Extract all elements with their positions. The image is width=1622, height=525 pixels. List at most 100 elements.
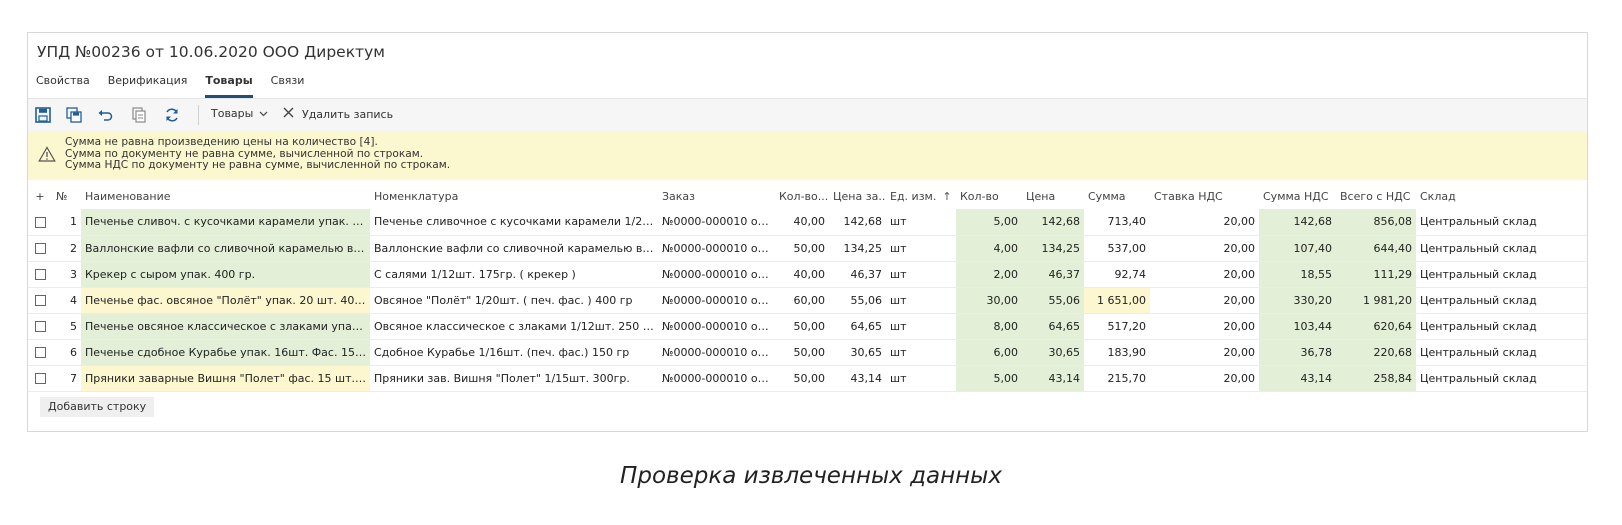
col-header-order-price[interactable]: Цена за... (829, 183, 886, 209)
cell-sum[interactable]: 92,74 (1084, 261, 1150, 288)
cell-vat-rate[interactable]: 20,00 (1150, 235, 1259, 262)
col-header-order[interactable]: Заказ (658, 183, 775, 209)
cell-qty[interactable]: 8,00 (956, 313, 1022, 340)
cell-order-qty[interactable]: 50,00 (775, 365, 829, 392)
cell-nomenclature[interactable]: С салями 1/12шт. 175гр. ( крекер ) (370, 261, 658, 288)
cell-price[interactable]: 43,14 (1022, 365, 1084, 392)
cell-price[interactable]: 134,25 (1022, 235, 1084, 262)
cell-name[interactable]: Печенье фас. овсяное "Полёт" упак. 20 шт… (81, 287, 370, 314)
table-row[interactable]: 5 Печенье овсяное классическое с злаками… (28, 313, 1587, 340)
cell-order-price[interactable]: 30,65 (829, 339, 886, 366)
cell-vat-sum[interactable]: 43,14 (1259, 365, 1336, 392)
copy-icon[interactable] (130, 106, 148, 124)
row-checkbox[interactable] (34, 243, 46, 254)
col-header-total[interactable]: Всего с НДС (1336, 183, 1416, 209)
row-checkbox[interactable] (34, 347, 46, 358)
cell-qty[interactable]: 4,00 (956, 235, 1022, 262)
cell-order[interactable]: №0000-000010 от ... (658, 313, 775, 340)
cell-warehouse[interactable]: Центральный склад (1416, 287, 1587, 314)
cell-sum[interactable]: 1 651,00 (1084, 287, 1150, 314)
cell-order[interactable]: №0000-000010 от ... (658, 339, 775, 366)
cell-warehouse[interactable]: Центральный склад (1416, 261, 1587, 288)
cell-warehouse[interactable]: Центральный склад (1416, 339, 1587, 366)
cell-order-qty[interactable]: 40,00 (775, 261, 829, 288)
col-header-price[interactable]: Цена (1022, 183, 1084, 209)
cell-order[interactable]: №0000-000010 от ... (658, 261, 775, 288)
cell-order-price[interactable]: 142,68 (829, 209, 886, 236)
table-row[interactable]: 6 Печенье сдобное Курабье упак. 16шт. Фа… (28, 339, 1587, 366)
cell-qty[interactable]: 2,00 (956, 261, 1022, 288)
cell-order-qty[interactable]: 50,00 (775, 235, 829, 262)
col-header-name[interactable]: Наименование (81, 183, 370, 209)
cell-sum[interactable]: 183,90 (1084, 339, 1150, 366)
tab-goods[interactable]: Товары (205, 75, 253, 98)
cell-unit[interactable]: шт (886, 235, 956, 262)
cell-qty[interactable]: 5,00 (956, 209, 1022, 236)
col-header-vat-rate[interactable]: Ставка НДС (1150, 183, 1259, 209)
cell-order-price[interactable]: 43,14 (829, 365, 886, 392)
col-header-unit[interactable]: Ед. изм. ↑ (886, 183, 956, 209)
cell-total[interactable]: 1 981,20 (1336, 287, 1416, 314)
cell-warehouse[interactable]: Центральный склад (1416, 235, 1587, 262)
cell-nomenclature[interactable]: Печенье сливочное с кусочками карамели 1… (370, 209, 658, 236)
cell-unit[interactable]: шт (886, 365, 956, 392)
cell-total[interactable]: 620,64 (1336, 313, 1416, 340)
tab-links[interactable]: Связи (271, 75, 305, 97)
cell-vat-rate[interactable]: 20,00 (1150, 339, 1259, 366)
cell-qty[interactable]: 6,00 (956, 339, 1022, 366)
cell-unit[interactable]: шт (886, 339, 956, 366)
cell-order-price[interactable]: 55,06 (829, 287, 886, 314)
cell-name[interactable]: Валлонские вафли со сливочной карамелью … (81, 235, 370, 262)
col-header-qty[interactable]: Кол-во (956, 183, 1022, 209)
cell-order-price[interactable]: 46,37 (829, 261, 886, 288)
cell-order[interactable]: №0000-000010 от ... (658, 287, 775, 314)
cell-unit[interactable]: шт (886, 261, 956, 288)
cell-name[interactable]: Печенье овсяное классическое с злаками у… (81, 313, 370, 340)
cell-price[interactable]: 30,65 (1022, 339, 1084, 366)
cell-vat-sum[interactable]: 103,44 (1259, 313, 1336, 340)
tab-verification[interactable]: Верификация (108, 75, 188, 97)
cell-vat-sum[interactable]: 18,55 (1259, 261, 1336, 288)
cell-sum[interactable]: 517,20 (1084, 313, 1150, 340)
add-column-button[interactable]: + (28, 183, 52, 209)
table-row[interactable]: 1 Печенье сливоч. с кусочками карамели у… (28, 209, 1587, 236)
cell-nomenclature[interactable]: Пряники зав. Вишня "Полет" 1/15шт. 300гр… (370, 365, 658, 392)
row-checkbox[interactable] (34, 295, 46, 306)
cell-unit[interactable]: шт (886, 209, 956, 236)
cell-order[interactable]: №0000-000010 от ... (658, 235, 775, 262)
col-header-warehouse[interactable]: Склад (1416, 183, 1587, 209)
cell-name[interactable]: Печенье сливоч. с кусочками карамели упа… (81, 209, 370, 236)
cell-total[interactable]: 111,29 (1336, 261, 1416, 288)
cell-unit[interactable]: шт (886, 313, 956, 340)
cell-vat-sum[interactable]: 330,20 (1259, 287, 1336, 314)
cell-warehouse[interactable]: Центральный склад (1416, 313, 1587, 340)
cell-vat-rate[interactable]: 20,00 (1150, 287, 1259, 314)
cell-order-qty[interactable]: 50,00 (775, 313, 829, 340)
add-row-button[interactable]: Добавить строку (40, 397, 155, 417)
cell-vat-sum[interactable]: 142,68 (1259, 209, 1336, 236)
cell-vat-rate[interactable]: 20,00 (1150, 313, 1259, 340)
cell-vat-sum[interactable]: 107,40 (1259, 235, 1336, 262)
cell-nomenclature[interactable]: Сдобное Курабье 1/16шт. (печ. фас.) 150 … (370, 339, 658, 366)
cell-nomenclature[interactable]: Овсяное "Полёт" 1/20шт. ( печ. фас. ) 40… (370, 287, 658, 314)
cell-warehouse[interactable]: Центральный склад (1416, 209, 1587, 236)
cell-price[interactable]: 55,06 (1022, 287, 1084, 314)
cell-name[interactable]: Пряники заварные Вишня "Полет" фас. 15 ш… (81, 365, 370, 392)
cell-vat-sum[interactable]: 36,78 (1259, 339, 1336, 366)
cell-name[interactable]: Печенье сдобное Курабье упак. 16шт. Фас.… (81, 339, 370, 366)
row-checkbox[interactable] (34, 321, 46, 332)
cell-warehouse[interactable]: Центральный склад (1416, 365, 1587, 392)
cell-unit[interactable]: шт (886, 287, 956, 314)
col-header-sum[interactable]: Сумма (1084, 183, 1150, 209)
table-row[interactable]: 3 Крекер с сыром упак. 400 гр. С салями … (28, 261, 1587, 288)
cell-vat-rate[interactable]: 20,00 (1150, 365, 1259, 392)
table-row[interactable]: 7 Пряники заварные Вишня "Полет" фас. 15… (28, 365, 1587, 392)
cell-nomenclature[interactable]: Овсяное классическое с злаками 1/12шт. 2… (370, 313, 658, 340)
cell-price[interactable]: 46,37 (1022, 261, 1084, 288)
tab-properties[interactable]: Свойства (36, 75, 90, 97)
cell-order-qty[interactable]: 50,00 (775, 339, 829, 366)
save-as-icon[interactable] (65, 106, 83, 124)
cell-vat-rate[interactable]: 20,00 (1150, 261, 1259, 288)
cell-qty[interactable]: 5,00 (956, 365, 1022, 392)
row-checkbox[interactable] (34, 269, 46, 280)
